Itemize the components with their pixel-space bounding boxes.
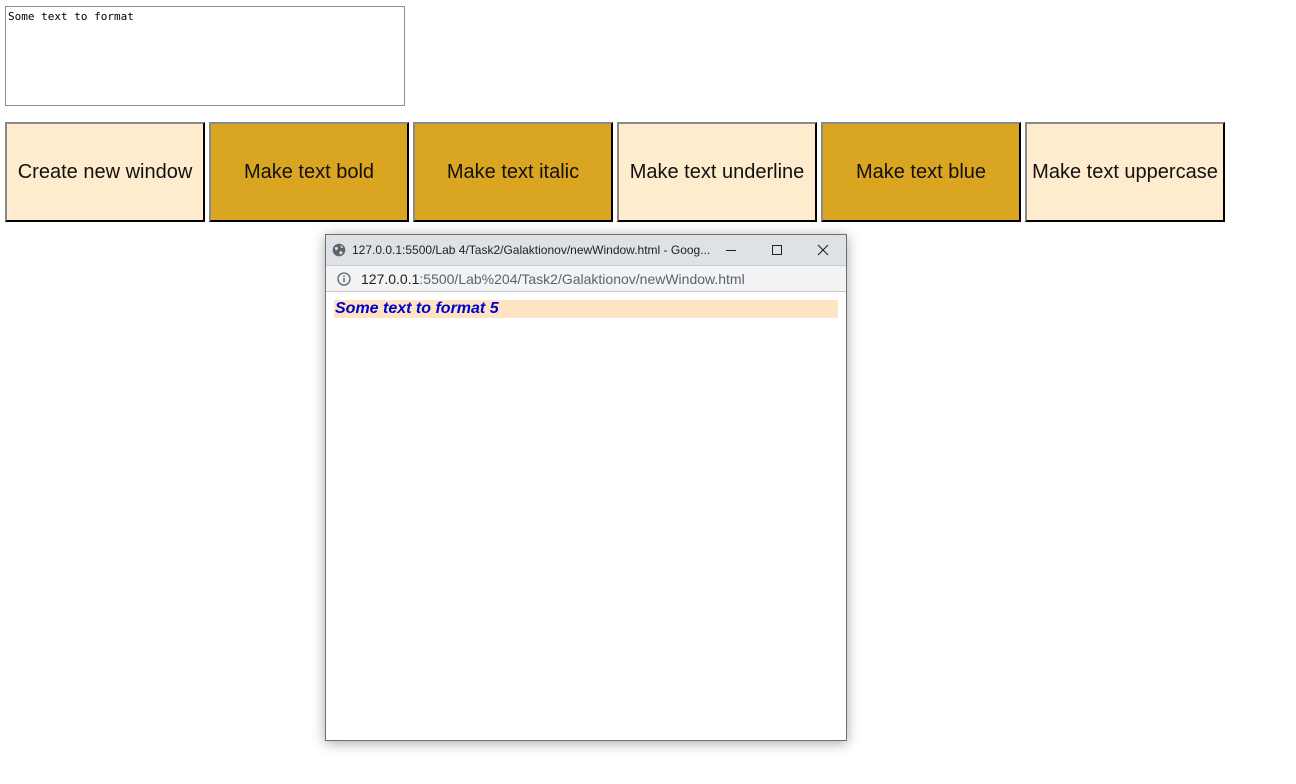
popup-titlebar[interactable]: 127.0.0.1:5500/Lab 4/Task2/Galaktionov/n… — [326, 235, 846, 265]
blue-button[interactable]: Make text blue — [821, 122, 1021, 222]
globe-icon — [332, 243, 346, 257]
popup-url: 127.0.0.1:5500/Lab%204/Task2/Galaktionov… — [361, 271, 745, 287]
popup-window: 127.0.0.1:5500/Lab 4/Task2/Galaktionov/n… — [325, 234, 847, 741]
underline-button[interactable]: Make text underline — [617, 122, 817, 222]
uppercase-button[interactable]: Make text uppercase — [1025, 122, 1225, 222]
bold-button[interactable]: Make text bold — [209, 122, 409, 222]
info-icon[interactable] — [336, 271, 352, 287]
url-host: 127.0.0.1 — [361, 270, 420, 287]
italic-button[interactable]: Make text italic — [413, 122, 613, 222]
create-window-button[interactable]: Create new window — [5, 122, 205, 222]
button-row: Create new window Make text bold Make te… — [5, 122, 1225, 222]
popup-address-bar[interactable]: 127.0.0.1:5500/Lab%204/Task2/Galaktionov… — [326, 265, 846, 292]
maximize-icon[interactable] — [754, 235, 800, 265]
minimize-icon[interactable] — [708, 235, 754, 265]
popup-content: Some text to format 5 — [326, 292, 846, 326]
close-icon[interactable] — [800, 235, 846, 265]
formatted-text: Some text to format 5 — [334, 300, 838, 318]
page: Some text to format Create new window Ma… — [0, 0, 1296, 784]
text-input-area[interactable]: Some text to format — [5, 6, 405, 106]
url-path: :5500/Lab%204/Task2/Galaktionov/newWindo… — [419, 270, 745, 287]
popup-title: 127.0.0.1:5500/Lab 4/Task2/Galaktionov/n… — [352, 243, 711, 257]
